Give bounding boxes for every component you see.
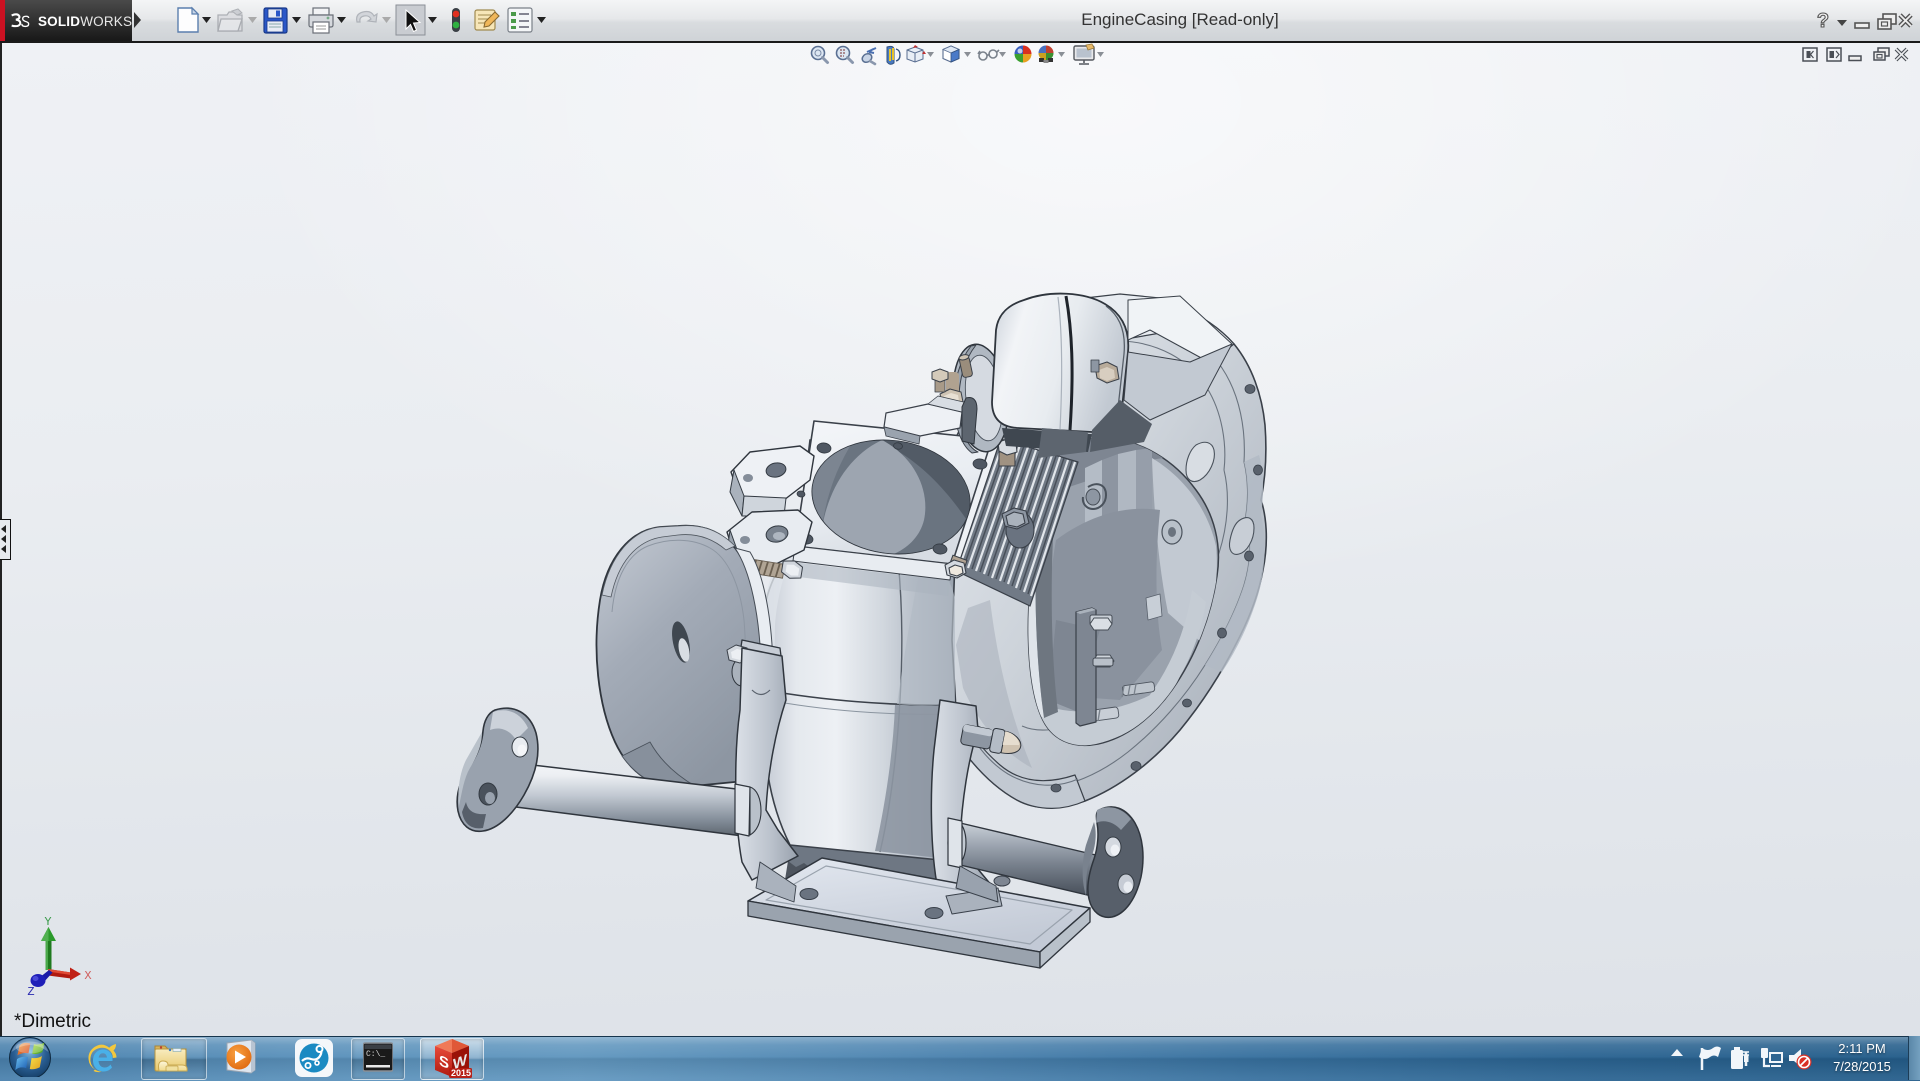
svg-text:Y: Y — [44, 915, 51, 929]
svg-text:Z: Z — [27, 985, 34, 999]
svg-text:2015: 2015 — [451, 1068, 471, 1078]
svg-text:X: X — [84, 969, 91, 983]
svg-text:C:\_: C:\_ — [366, 1050, 385, 1059]
